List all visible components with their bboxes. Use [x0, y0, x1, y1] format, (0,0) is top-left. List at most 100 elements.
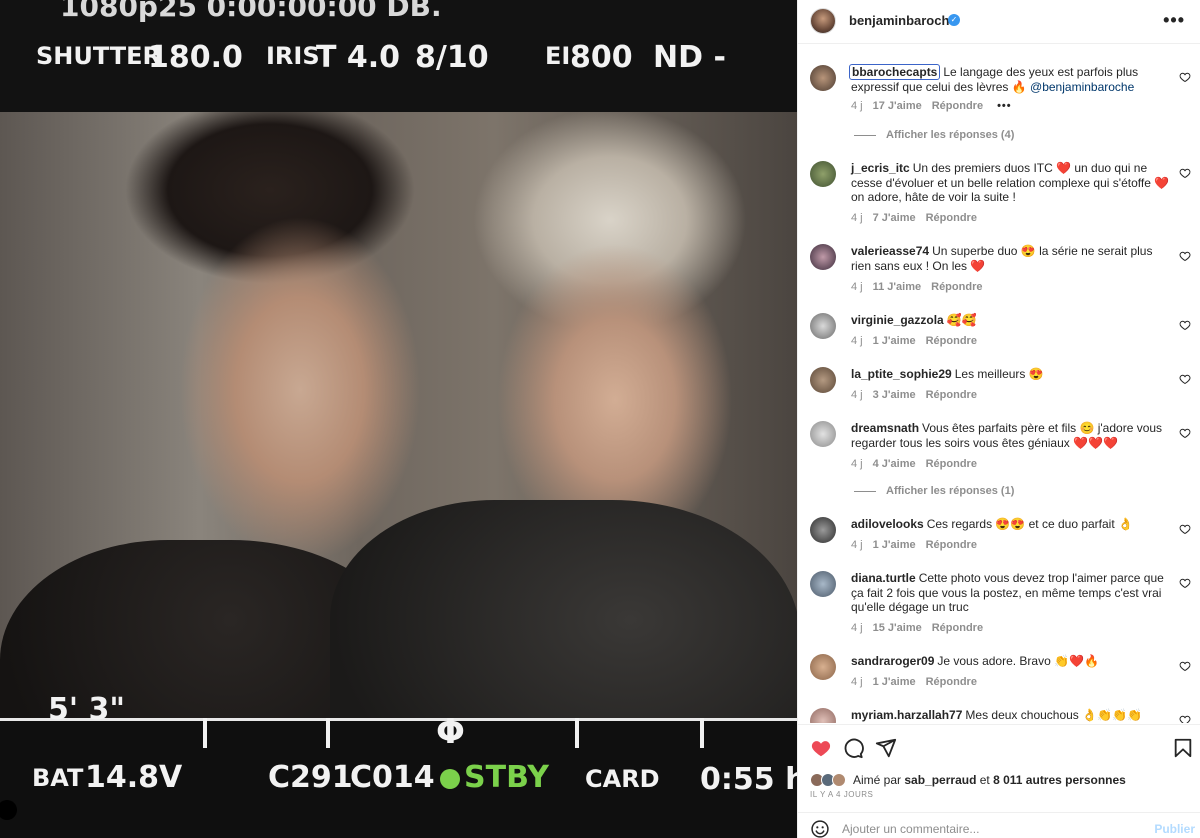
comment-text-block: virginie_gazzola 🥰🥰 [851, 313, 1171, 328]
comment-heart-icon[interactable] [1179, 427, 1191, 439]
comment-text-block: valerieasse74 Un superbe duo 😍 la série n… [851, 244, 1171, 273]
comment-avatar[interactable] [810, 313, 836, 339]
comment-likes[interactable]: 3 J'aime [873, 389, 916, 401]
post-header: benjaminbaroche ✓ ••• [798, 0, 1200, 44]
comment-avatar[interactable] [810, 65, 836, 91]
share-icon[interactable] [875, 737, 897, 759]
comments-list[interactable]: bbarochecapts Le langage des yeux est par… [798, 45, 1200, 723]
comment-meta: 4 j 1 J'aime Répondre [851, 539, 977, 551]
add-comment-bar: Publier [798, 812, 1200, 838]
comment-heart-icon[interactable] [1179, 714, 1191, 723]
hud-card-time: 0:55 h [700, 762, 797, 797]
comment-text-block: bbarochecapts Le langage des yeux est par… [849, 64, 1171, 94]
comment-reply-button[interactable]: Répondre [926, 458, 977, 470]
hud-bat-label: BAT [32, 764, 84, 792]
comment-likes[interactable]: 7 J'aime [873, 212, 916, 224]
comment-likes[interactable]: 1 J'aime [873, 335, 916, 347]
comment-reply-button[interactable]: Répondre [926, 389, 977, 401]
comment-heart-icon[interactable] [1179, 660, 1191, 672]
hud-clip-c291: C291 [268, 760, 353, 795]
comment-reply-button[interactable]: Répondre [931, 281, 982, 293]
likes-user-link[interactable]: sab_perraud [904, 773, 976, 787]
comment-username[interactable]: j_ecris_itc [851, 161, 910, 175]
more-options-icon[interactable]: ••• [1163, 10, 1185, 31]
comment-avatar[interactable] [810, 654, 836, 680]
comment-likes[interactable]: 1 J'aime [873, 676, 916, 688]
comment-reply-button[interactable]: Répondre [926, 212, 977, 224]
author-avatar[interactable] [810, 8, 836, 34]
likes-others-link[interactable]: 8 011 autres personnes [993, 773, 1126, 787]
comment-heart-icon[interactable] [1179, 523, 1191, 535]
comment-avatar[interactable] [810, 161, 836, 187]
view-replies-line [854, 134, 876, 136]
comment-text-block: myriam.harzallah77 Mes deux chouchous 👌👏👏… [851, 708, 1171, 723]
comment-username[interactable]: adilovelooks [851, 517, 924, 531]
view-replies-label: Afficher les réponses (4) [886, 129, 1015, 141]
comment-heart-icon[interactable] [1179, 250, 1191, 262]
hud-iris-value: T 4.0 [316, 40, 401, 75]
focus-tick [700, 718, 704, 748]
comment-time: 4 j [851, 622, 863, 634]
liker-avatar [832, 773, 846, 787]
heart-icon[interactable] [810, 737, 832, 759]
post-panel: benjaminbaroche ✓ ••• bbarochecapts Le la… [797, 0, 1200, 838]
comment-avatar[interactable] [810, 244, 836, 270]
comment-username[interactable]: bbarochecapts [849, 64, 941, 80]
comment-reply-button[interactable]: Répondre [932, 622, 983, 634]
publish-button[interactable]: Publier [1154, 822, 1195, 836]
comment-text-block: diana.turtle Cette photo vous devez trop … [851, 571, 1171, 615]
comment-input[interactable] [842, 820, 1142, 838]
comment-meta: 4 j 1 J'aime Répondre [851, 335, 977, 347]
comment-likes[interactable]: 17 J'aime [873, 100, 922, 112]
comment-avatar[interactable] [810, 708, 836, 723]
comment-avatar[interactable] [810, 421, 836, 447]
post-time: IL Y A 4 JOURS [810, 790, 874, 799]
focus-tick [326, 718, 330, 748]
comment-text: Les meilleurs 😍 [954, 367, 1044, 381]
comment-username[interactable]: virginie_gazzola [851, 313, 944, 327]
comment-username[interactable]: dreamsnath [851, 421, 919, 435]
comment-icon[interactable] [842, 737, 864, 759]
verified-icon: ✓ [948, 14, 960, 26]
comment-reply-button[interactable]: Répondre [926, 676, 977, 688]
hud-iris-fraction: 8/10 [415, 40, 489, 75]
comment-reply-button[interactable]: Répondre [926, 335, 977, 347]
likes-joiner: et [979, 773, 990, 787]
post-photo[interactable]: 1080p25 0:00:00:00 DB. SHUTTER 180.0 IRI… [0, 0, 797, 838]
hud-bat-value: 14.8V [85, 760, 183, 795]
comment-username[interactable]: la_ptite_sophie29 [851, 367, 952, 381]
comment-more-icon[interactable]: ••• [997, 100, 1012, 112]
comment-time: 4 j [851, 458, 863, 470]
comment-username[interactable]: valerieasse74 [851, 244, 929, 258]
comment-avatar[interactable] [810, 367, 836, 393]
comment-heart-icon[interactable] [1179, 167, 1191, 179]
comment-heart-icon[interactable] [1179, 71, 1191, 83]
comment-text-block: sandraroger09 Je vous adore. Bravo 👏❤️🔥 [851, 654, 1171, 669]
post-actions: Aimé par sab_perraud et 8 011 autres per… [798, 724, 1200, 838]
comment-meta: 4 j 15 J'aime Répondre [851, 622, 983, 634]
view-replies-button[interactable]: Afficher les réponses (1) [854, 485, 1014, 497]
comment-username[interactable]: sandraroger09 [851, 654, 934, 668]
focus-tick [203, 718, 207, 748]
comment-username[interactable]: myriam.harzallah77 [851, 708, 962, 722]
comment-reply-button[interactable]: Répondre [932, 100, 983, 112]
comment-likes[interactable]: 4 J'aime [873, 458, 916, 470]
comment-likes[interactable]: 15 J'aime [873, 622, 922, 634]
bookmark-icon[interactable] [1172, 737, 1194, 759]
author-username[interactable]: benjaminbaroche [849, 13, 957, 28]
comment-avatar[interactable] [810, 571, 836, 597]
hud-ei-value: 800 [570, 40, 633, 75]
comment-heart-icon[interactable] [1179, 319, 1191, 331]
comment-heart-icon[interactable] [1179, 577, 1191, 589]
comment-likes[interactable]: 1 J'aime [873, 539, 916, 551]
comment-username[interactable]: diana.turtle [851, 571, 916, 585]
comment-heart-icon[interactable] [1179, 373, 1191, 385]
comment-reply-button[interactable]: Répondre [926, 539, 977, 551]
comment-avatar[interactable] [810, 517, 836, 543]
comment-likes[interactable]: 11 J'aime [873, 281, 922, 293]
emoji-icon[interactable] [810, 819, 830, 838]
view-replies-button[interactable]: Afficher les réponses (4) [854, 129, 1014, 141]
comment-mention[interactable]: @benjaminbaroche [1030, 80, 1134, 94]
likes-text: Aimé par sab_perraud et 8 011 autres per… [853, 773, 1126, 787]
hud-iris-label: IRIS [266, 42, 320, 70]
